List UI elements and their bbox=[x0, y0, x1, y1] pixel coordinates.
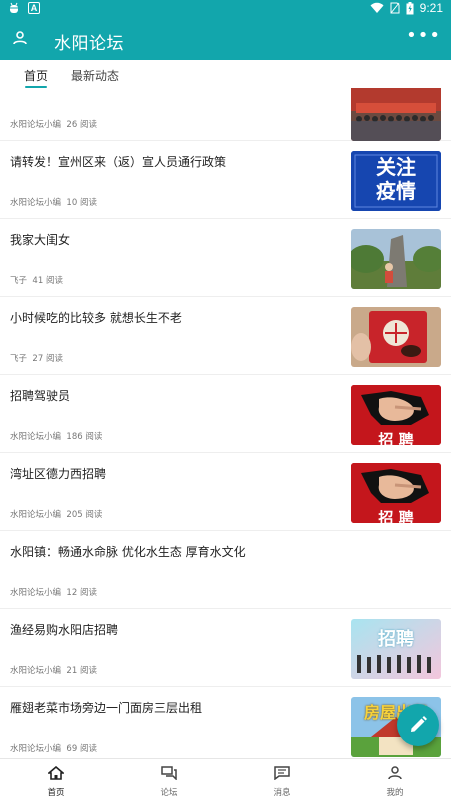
post-reads: 27 阅读 bbox=[32, 354, 63, 364]
nav-label: 消息 bbox=[273, 788, 291, 798]
list-item[interactable]: 小时候吃的比较多 就想长生不老 飞子 27 阅读 bbox=[0, 297, 451, 375]
post-reads: 205 阅读 bbox=[66, 510, 103, 520]
post-reads: 26 阅读 bbox=[66, 120, 97, 130]
nav-label: 首页 bbox=[47, 788, 65, 798]
post-reads: 10 阅读 bbox=[66, 198, 97, 208]
nav-label: 论坛 bbox=[160, 788, 178, 798]
post-author: 水阳论坛小编 bbox=[10, 666, 62, 676]
post-meta: 水阳论坛小编 205 阅读 bbox=[10, 508, 102, 520]
post-meta: 水阳论坛小编 69 阅读 bbox=[10, 742, 97, 754]
post-thumbnail: 招 聘 bbox=[351, 385, 441, 445]
list-item[interactable]: 渔经易购水阳店招聘 水阳论坛小编 21 阅读 招聘 bbox=[0, 609, 451, 687]
thumb-text: 关注 bbox=[376, 155, 416, 179]
nav-messages[interactable]: 消息 bbox=[252, 765, 312, 798]
post-meta: 水阳论坛小编 10 阅读 bbox=[10, 196, 97, 208]
nav-profile[interactable]: 我的 bbox=[365, 765, 425, 798]
post-meta: 飞子 41 阅读 bbox=[10, 274, 63, 286]
bottom-nav: 首页 论坛 消息 我的 bbox=[0, 758, 451, 803]
post-thumbnail: 关注 疫情 bbox=[351, 151, 441, 211]
post-meta: 水阳论坛小编 26 阅读 bbox=[10, 118, 97, 130]
post-meta: 水阳论坛小编 12 阅读 bbox=[10, 586, 97, 598]
thumb-text: 招 聘 bbox=[378, 509, 414, 523]
post-thumbnail: 招 聘 bbox=[351, 463, 441, 523]
post-reads: 186 阅读 bbox=[66, 432, 103, 442]
post-title: 雁翅老菜市场旁边一门面房三层出租 bbox=[10, 701, 203, 715]
status-bar-left: A bbox=[8, 2, 40, 14]
list-item[interactable]: 水阳镇：畅通水命脉 优化水生态 厚育水文化 水阳论坛小编 12 阅读 bbox=[0, 531, 451, 609]
post-author: 飞子 bbox=[10, 276, 28, 286]
post-reads: 69 阅读 bbox=[66, 744, 97, 754]
no-sim-icon bbox=[390, 2, 400, 14]
list-item[interactable]: 雁翅老菜市场旁边一门面房三层出租 水阳论坛小编 69 阅读 房屋出租 bbox=[0, 687, 451, 758]
list-item[interactable]: 湾址区德力西招聘 水阳论坛小编 205 阅读 招 聘 bbox=[0, 453, 451, 531]
post-thumbnail bbox=[351, 307, 441, 367]
pencil-icon bbox=[411, 716, 427, 732]
battery-icon bbox=[406, 1, 414, 14]
nav-home[interactable]: 首页 bbox=[26, 765, 86, 798]
post-thumbnail bbox=[351, 229, 441, 289]
post-meta: 水阳论坛小编 186 阅读 bbox=[10, 430, 102, 442]
thumb-text: 招聘 bbox=[378, 629, 414, 650]
forum-icon bbox=[161, 766, 177, 781]
tab-home[interactable]: 首页 bbox=[24, 67, 48, 84]
wifi-icon bbox=[370, 2, 384, 13]
post-list[interactable]: 水阳论坛小编 26 阅读 请转发！宣州区来（返）宣人员通行政策 水阳论坛小编 1… bbox=[0, 88, 451, 758]
post-thumbnail: 招聘 bbox=[351, 619, 441, 679]
post-author: 水阳论坛小编 bbox=[10, 432, 62, 442]
post-title: 我家大闺女 bbox=[10, 233, 71, 247]
more-options-icon[interactable]: ••• bbox=[406, 27, 441, 45]
post-author: 水阳论坛小编 bbox=[10, 510, 62, 520]
status-bar-right: 9:21 bbox=[370, 1, 443, 15]
nav-forum[interactable]: 论坛 bbox=[139, 765, 199, 798]
list-item[interactable]: 水阳论坛小编 26 阅读 bbox=[0, 88, 451, 141]
app-bar: 水阳论坛 ••• bbox=[0, 18, 451, 60]
post-author: 水阳论坛小编 bbox=[10, 198, 62, 208]
nav-label: 我的 bbox=[386, 788, 404, 798]
notification-a-icon: A bbox=[28, 2, 40, 14]
post-title: 渔经易购水阳店招聘 bbox=[10, 623, 119, 637]
post-thumbnail bbox=[351, 88, 441, 141]
post-title: 水阳镇：畅通水命脉 优化水生态 厚育水文化 bbox=[10, 545, 246, 559]
profile-icon bbox=[388, 766, 402, 780]
list-item[interactable]: 我家大闺女 飞子 41 阅读 bbox=[0, 219, 451, 297]
post-title: 请转发！宣州区来（返）宣人员通行政策 bbox=[10, 155, 227, 169]
thumb-text: 招 聘 bbox=[378, 431, 414, 445]
home-icon bbox=[46, 765, 66, 780]
post-title: 小时候吃的比较多 就想长生不老 bbox=[10, 311, 182, 325]
bug-icon bbox=[9, 2, 19, 13]
app-title: 水阳论坛 bbox=[54, 34, 124, 54]
post-meta: 飞子 27 阅读 bbox=[10, 352, 63, 364]
status-time: 9:21 bbox=[419, 1, 443, 15]
post-reads: 12 阅读 bbox=[66, 588, 97, 598]
post-title: 湾址区德力西招聘 bbox=[10, 467, 107, 481]
list-item[interactable]: 请转发！宣州区来（返）宣人员通行政策 水阳论坛小编 10 阅读 关注 疫情 bbox=[0, 141, 451, 219]
post-author: 水阳论坛小编 bbox=[10, 744, 62, 754]
status-bar: A 9:21 bbox=[0, 0, 451, 18]
post-reads: 21 阅读 bbox=[66, 666, 97, 676]
post-author: 水阳论坛小编 bbox=[10, 120, 62, 130]
list-item[interactable]: 招聘驾驶员 水阳论坛小编 186 阅读 招 聘 bbox=[0, 375, 451, 453]
post-author: 飞子 bbox=[10, 354, 28, 364]
post-meta: 水阳论坛小编 21 阅读 bbox=[10, 664, 97, 676]
tab-latest[interactable]: 最新动态 bbox=[71, 67, 119, 84]
user-icon[interactable] bbox=[12, 30, 28, 46]
message-icon bbox=[274, 766, 290, 781]
thumb-text: 疫情 bbox=[376, 179, 416, 203]
tab-bar: 首页 最新动态 bbox=[0, 60, 451, 90]
post-title: 招聘驾驶员 bbox=[10, 389, 71, 403]
post-reads: 41 阅读 bbox=[32, 276, 63, 286]
compose-post-button[interactable] bbox=[397, 704, 439, 746]
post-author: 水阳论坛小编 bbox=[10, 588, 62, 598]
